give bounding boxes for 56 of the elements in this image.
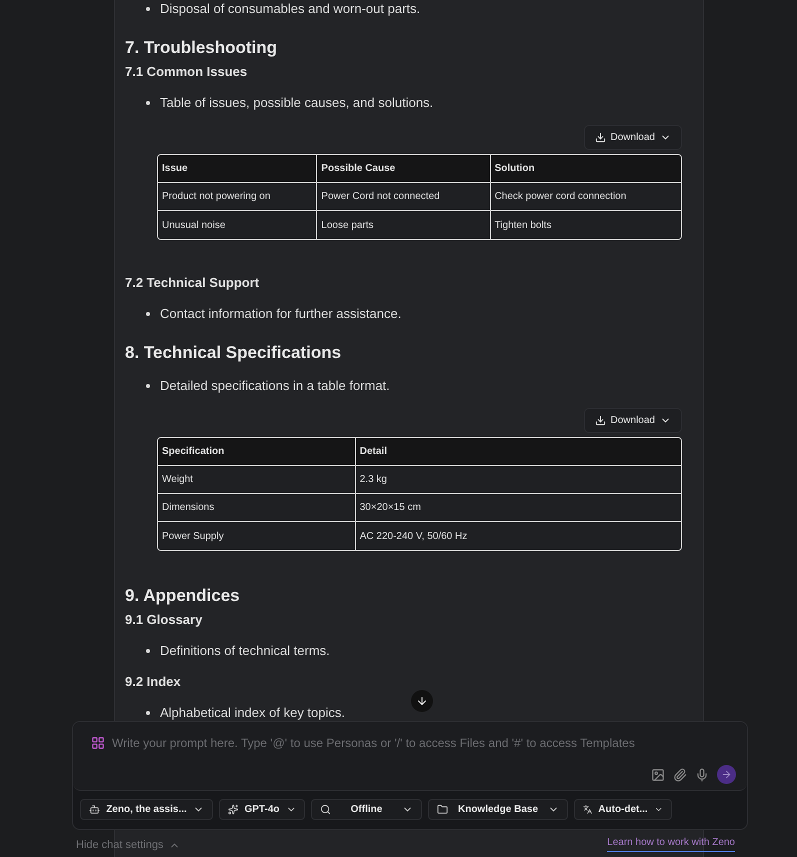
bullet-icon [146,7,150,11]
subsection-heading: 7.2 Technical Support [125,274,260,292]
microphone-icon[interactable] [695,768,709,782]
list-item-text: Detailed specifications in a table format. [160,377,390,396]
table-header-cell: Detail [354,438,681,466]
bullet-icon [146,384,150,388]
list-item-text: Contact information for further assistance. [160,305,402,324]
download-button[interactable]: Download [584,408,682,433]
table-cell: 2.3 kg [354,466,681,494]
learn-link[interactable]: Learn how to work with Zeno [607,835,735,852]
prompt-input[interactable]: Write your prompt here. Type '@' to use Personas or '/' to access Files and '#' to access Templates [112,734,732,752]
table-cell: Power Cord not connected [316,183,490,211]
chat-setting-dropdown[interactable]: Auto-det... [574,799,672,820]
chat-setting-dropdown[interactable]: GPT-4o [219,799,305,820]
chat-setting-dropdown[interactable]: Knowledge Base [428,799,568,820]
paperclip-icon[interactable] [673,768,687,782]
table-cell: Tighten bolts [490,211,681,239]
language-icon [583,804,592,815]
table-cell: Power Supply [158,522,355,550]
table-cell: Check power cord connection [490,183,681,211]
arrow-down-icon [416,695,428,707]
subsection-heading: 9.2 Index [125,673,181,691]
bullet-icon [146,711,150,715]
list-item-text: Alphabetical index of key topics. [160,704,345,722]
table-cell: Unusual noise [158,211,316,239]
arrow-right-icon [721,769,732,780]
templates-icon[interactable] [91,736,105,750]
table-header-cell: Issue [158,155,316,183]
subsection-heading: 9.1 Glossary [125,611,202,629]
table-cell: Product not powering on [158,183,316,211]
bullet-icon [146,101,150,105]
list-item-text: Definitions of technical terms. [160,642,330,660]
chat-setting-dropdown[interactable]: Offline [311,799,422,820]
table-cell: Loose parts [316,211,490,239]
table-header-cell: Possible Cause [316,155,490,183]
bullet-icon [146,312,150,316]
bullet-icon [146,649,150,653]
table-header-cell: Specification [158,438,355,466]
list-item-text: Table of issues, possible causes, and solutions. [160,94,434,112]
section-heading: 8. Technical Specifications [125,342,342,364]
list-item-text: Disposal of consumables and worn-out parts. [160,0,420,18]
subsection-heading: 7.1 Common Issues [125,63,248,81]
download-icon [594,415,606,426]
chat-setting-dropdown[interactable]: Zeno, the assis... [80,799,213,820]
search-icon [320,804,331,815]
table-cell: 30×20×15 cm [354,494,681,522]
section-heading: 7. Troubleshooting [125,37,278,59]
table-header-cell: Solution [490,155,681,183]
send-button[interactable] [717,765,736,784]
image-icon[interactable] [651,768,665,782]
table-cell: Dimensions [158,494,355,522]
download-button[interactable]: Download [584,125,682,150]
table-cell: Weight [158,466,355,494]
section-heading: 9. Appendices [125,585,240,607]
download-icon [594,132,606,143]
table-cell: AC 220-240 V, 50/60 Hz [354,522,681,550]
